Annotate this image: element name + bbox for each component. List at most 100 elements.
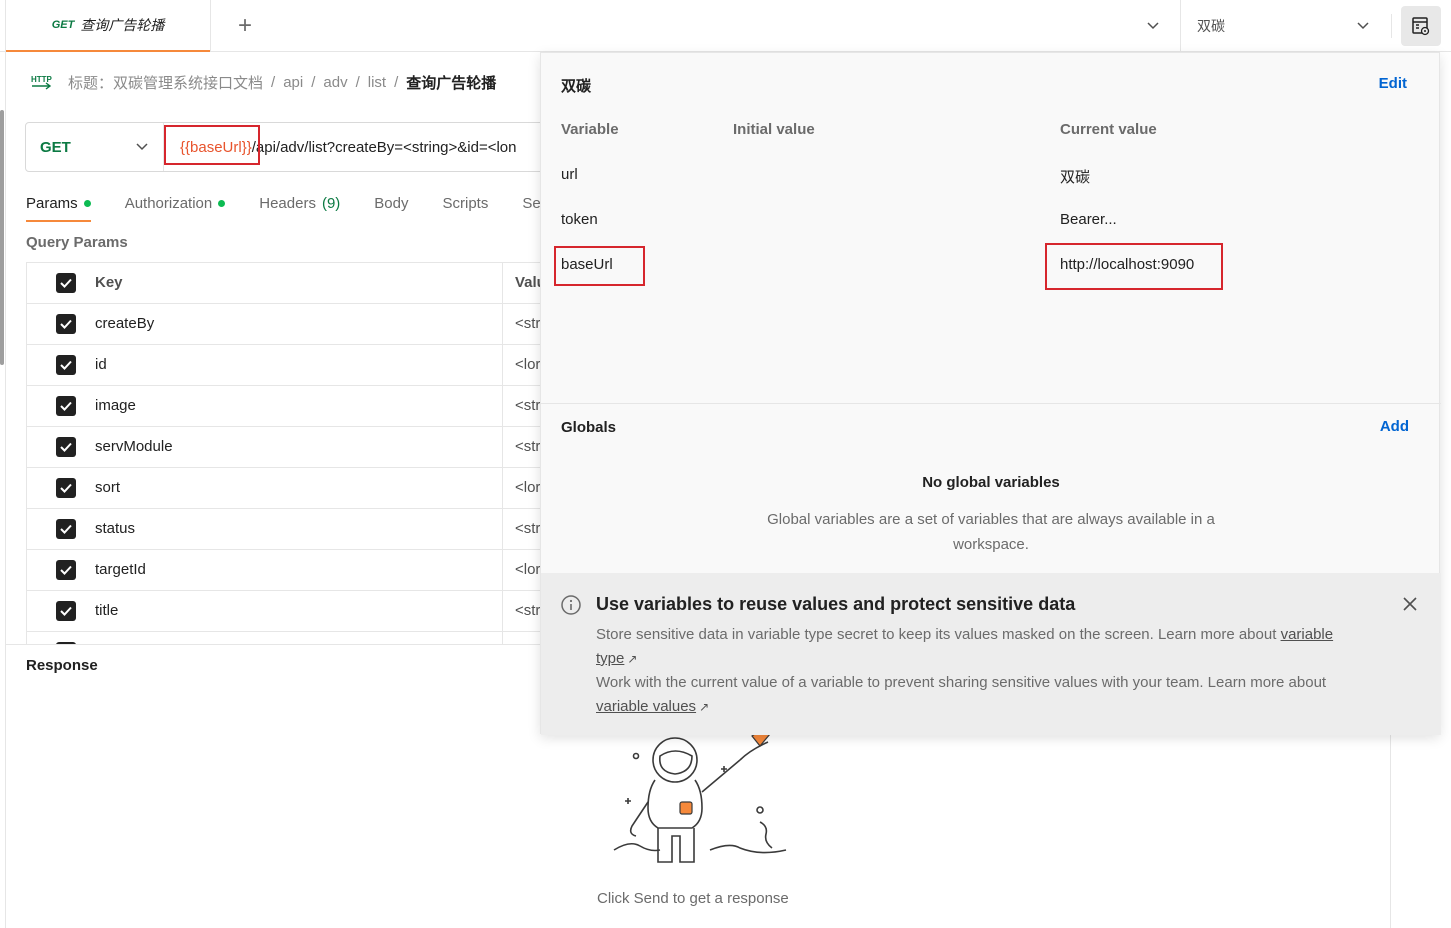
breadcrumb-item[interactable]: api — [283, 74, 303, 91]
external-link-icon: ↗ — [699, 700, 710, 714]
close-icon[interactable] — [1399, 593, 1421, 615]
variable-row[interactable]: url 双碳 — [541, 153, 1441, 198]
breadcrumb-separator: / — [394, 73, 399, 91]
highlight-box — [164, 125, 260, 165]
row-checkbox[interactable] — [56, 560, 76, 580]
breadcrumb: HTTP 标题：双碳管理系统接口文档 / api / adv / list / … — [30, 70, 496, 94]
param-key[interactable]: title — [95, 602, 118, 619]
param-key[interactable]: id — [95, 356, 107, 373]
edit-environment-link[interactable]: Edit — [1379, 75, 1407, 92]
column-divider — [502, 509, 503, 550]
variable-name: url — [561, 166, 578, 183]
param-key[interactable]: status — [95, 520, 135, 537]
external-link-icon: ↗ — [627, 652, 638, 666]
table-row: servModule <str — [26, 427, 546, 468]
highlight-box — [554, 246, 645, 286]
row-checkbox[interactable] — [56, 519, 76, 539]
param-key[interactable]: image — [95, 397, 136, 414]
column-divider — [502, 550, 503, 591]
breadcrumb-current[interactable]: 查询广告轮播 — [406, 72, 496, 93]
tab-scripts[interactable]: Scripts — [443, 190, 489, 216]
row-checkbox[interactable] — [56, 478, 76, 498]
param-value[interactable]: <str — [515, 438, 540, 455]
check-icon — [60, 565, 72, 575]
row-checkbox[interactable] — [56, 314, 76, 334]
param-key[interactable]: servModule — [95, 438, 173, 455]
breadcrumb-separator: / — [311, 73, 316, 91]
param-key[interactable]: createBy — [95, 315, 154, 332]
column-header-initial-value: Initial value — [733, 121, 815, 138]
globals-empty-description: Global variables are a set of variables … — [767, 511, 1215, 553]
table-row: sort <lor — [26, 468, 546, 509]
environment-quick-look-button[interactable] — [1401, 6, 1441, 46]
tip-line: Work with the current value of a variabl… — [596, 674, 1327, 691]
environment-select[interactable]: 双碳 — [1181, 0, 1391, 52]
row-checkbox[interactable] — [56, 396, 76, 416]
breadcrumb-separator: / — [271, 73, 276, 91]
add-global-link[interactable]: Add — [1380, 418, 1409, 435]
method-select[interactable]: GET — [26, 123, 164, 171]
tip-line: Store sensitive data in variable type se… — [596, 626, 1277, 643]
tip-title: Use variables to reuse values and protec… — [596, 594, 1076, 614]
chevron-down-icon — [136, 143, 148, 151]
tab-headers[interactable]: Headers (9) — [259, 190, 340, 216]
tab-authorization[interactable]: Authorization — [125, 190, 226, 216]
param-value[interactable]: <lor — [515, 479, 540, 496]
table-row: image <str — [26, 386, 546, 427]
tab-settings[interactable]: Se — [522, 190, 540, 216]
tabs-dropdown-button[interactable] — [1140, 14, 1166, 38]
table-row: id <lor — [26, 345, 546, 386]
svg-text:HTTP: HTTP — [31, 75, 53, 84]
http-icon: HTTP — [31, 75, 53, 90]
new-tab-button[interactable]: + — [230, 12, 260, 40]
environment-title: 双碳 — [561, 78, 592, 95]
left-edge-divider — [5, 0, 6, 928]
tab-params[interactable]: Params — [26, 190, 91, 222]
row-checkbox[interactable] — [56, 355, 76, 375]
param-value[interactable]: <str — [515, 315, 540, 332]
column-header-key: Key — [95, 274, 123, 291]
param-value[interactable]: <str — [515, 602, 540, 619]
variables-tip-banner: Use variables to reuse values and protec… — [541, 573, 1441, 735]
left-scrollbar[interactable] — [0, 110, 4, 365]
breadcrumb-item[interactable]: 标题：双碳管理系统接口文档 — [68, 72, 263, 93]
table-row: title <str — [26, 591, 546, 632]
variable-row[interactable]: token Bearer... — [541, 198, 1441, 243]
astronaut-illustration — [613, 730, 787, 863]
column-divider — [502, 345, 503, 386]
row-checkbox[interactable] — [56, 601, 76, 621]
tab-count: (9) — [321, 194, 341, 212]
param-value[interactable]: <str — [515, 520, 540, 537]
breadcrumb-item[interactable]: list — [368, 74, 386, 91]
variable-current-value: 双碳 — [1060, 169, 1091, 186]
tab-divider — [210, 0, 211, 52]
tab-label: Authorization — [124, 194, 213, 212]
variable-row[interactable]: baseUrl http://localhost:9090 — [541, 243, 1441, 288]
tab-bar: GET 查询广告轮播 + 双碳 — [0, 0, 1451, 928]
variable-name: token — [561, 211, 598, 228]
param-value[interactable]: <str — [515, 397, 540, 414]
request-subtabs: Params Authorization Headers (9) Body Scr… — [26, 190, 575, 222]
tab-body[interactable]: Body — [374, 190, 408, 216]
variable-values-link[interactable]: variable values — [596, 698, 696, 715]
params-table: Key Valu createBy <str id <lor image <st… — [26, 262, 546, 644]
env-divider — [1391, 14, 1392, 38]
check-icon — [60, 319, 72, 329]
table-row: status <str — [26, 509, 546, 550]
row-checkbox[interactable] — [56, 437, 76, 457]
param-value[interactable]: <lor — [515, 356, 540, 373]
breadcrumb-item[interactable]: adv — [323, 74, 347, 91]
column-header-variable: Variable — [561, 121, 619, 138]
column-divider — [502, 468, 503, 509]
param-key[interactable]: sort — [95, 479, 120, 496]
request-tab[interactable]: GET 查询广告轮播 — [6, 0, 210, 52]
select-all-checkbox[interactable] — [56, 273, 76, 293]
column-divider — [502, 386, 503, 427]
param-value[interactable]: <lor — [515, 561, 540, 578]
response-label: Response — [26, 657, 98, 674]
check-icon — [60, 360, 72, 370]
check-icon — [60, 401, 72, 411]
column-header-current-value: Current value — [1060, 121, 1157, 138]
param-key[interactable]: targetId — [95, 561, 146, 578]
response-empty-hint: Click Send to get a response — [597, 890, 789, 907]
